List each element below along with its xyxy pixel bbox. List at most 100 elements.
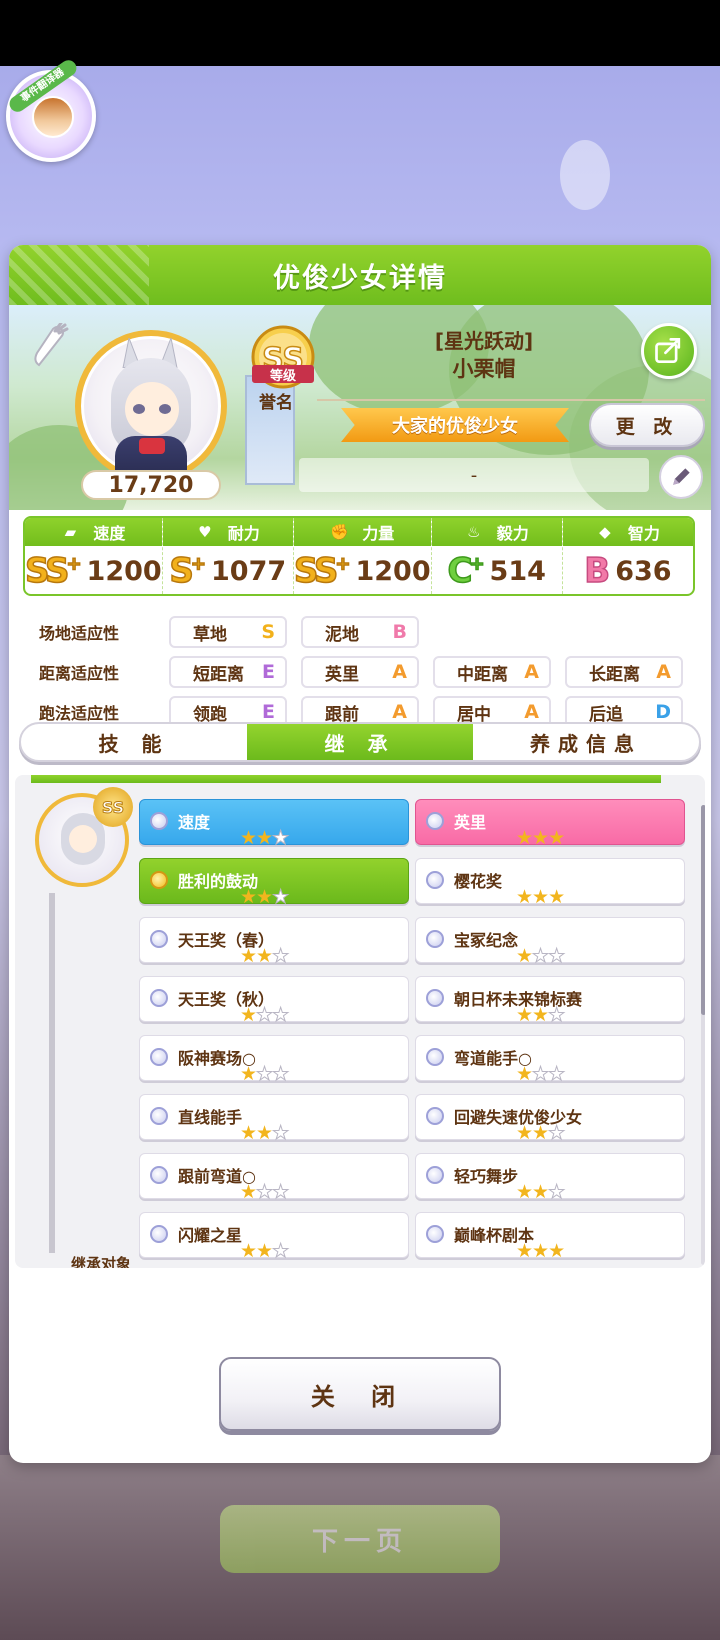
factor-orb-icon bbox=[150, 1048, 168, 1066]
event-translator-badge[interactable]: 事件翻译器 bbox=[6, 57, 96, 162]
factor-orb-icon bbox=[150, 1225, 168, 1243]
star-empty-icon: ★ bbox=[272, 827, 290, 849]
edit-button[interactable] bbox=[659, 455, 703, 499]
stat-speed: ▰ 速度 SS+ 1200 bbox=[25, 518, 163, 594]
factor-card[interactable]: 英里 ★★★ bbox=[415, 799, 685, 848]
aptitude-turf: 草地 S bbox=[169, 616, 287, 648]
factor-orb-icon bbox=[426, 930, 444, 948]
stat-value: 636 bbox=[615, 555, 672, 587]
stat-value: 514 bbox=[489, 555, 546, 587]
stat-value: 1077 bbox=[211, 555, 287, 587]
factor-card[interactable]: 阪神赛场○ ★★★ bbox=[139, 1035, 409, 1085]
star-filled-icon: ★ bbox=[532, 1240, 549, 1262]
factor-card[interactable]: 巅峰杯剧本 ★★★ bbox=[415, 1212, 685, 1261]
factor-orb-icon bbox=[150, 930, 168, 948]
mascot-icon bbox=[32, 96, 74, 138]
factor-card[interactable]: 跟前弯道○ ★★★ bbox=[139, 1153, 409, 1203]
factor-card[interactable]: 天王奖（秋） ★★★ bbox=[139, 976, 409, 1026]
stat-grade: S+ bbox=[169, 550, 207, 592]
factor-name: 闪耀之星 bbox=[178, 1226, 243, 1245]
factor-orb-icon bbox=[426, 812, 444, 830]
grade-plus-mark: + bbox=[190, 553, 207, 576]
factor-name: 速度 bbox=[178, 813, 211, 832]
carrot-icon[interactable] bbox=[31, 323, 69, 371]
factor-card[interactable]: 直线能手 ★★★ bbox=[139, 1094, 409, 1144]
pencil-icon bbox=[673, 468, 690, 485]
star-empty-icon: ★ bbox=[256, 1181, 274, 1203]
share-icon bbox=[655, 338, 681, 364]
star-filled-icon: ★ bbox=[532, 886, 549, 908]
stat-value: 1200 bbox=[86, 555, 162, 587]
stat-guts: ♨ 毅力 C+ 514 bbox=[431, 518, 563, 594]
scrollbar[interactable] bbox=[701, 805, 705, 1265]
grade-plus-mark: + bbox=[66, 553, 83, 576]
factor-card[interactable]: 闪耀之星 ★★★ bbox=[139, 1212, 409, 1262]
aptitude-long: 长距离 A bbox=[565, 656, 683, 688]
epithet-label: 誉名 bbox=[259, 393, 293, 413]
scrollbar-thumb[interactable] bbox=[701, 805, 705, 1015]
star-filled-icon: ★ bbox=[240, 945, 257, 967]
star-empty-icon: ★ bbox=[272, 886, 290, 908]
star-filled-icon: ★ bbox=[516, 1181, 533, 1203]
tab-skills[interactable]: 技 能 bbox=[21, 724, 247, 760]
stat-grade: SS+ bbox=[25, 550, 83, 592]
star-filled-icon: ★ bbox=[532, 1004, 549, 1026]
profile-section: 17,720 SS 等级 誉名 [星光跃动] 小栗帽 大家的优俊少女 更 改 - bbox=[9, 305, 711, 510]
factor-orb-icon bbox=[426, 1225, 444, 1243]
factor-card[interactable]: 回避失速优俊少女 ★★★ bbox=[415, 1094, 685, 1144]
star-filled-icon: ★ bbox=[532, 827, 549, 849]
factor-card[interactable]: 轻巧舞步 ★★★ bbox=[415, 1153, 685, 1203]
close-button[interactable]: 关 闭 bbox=[219, 1357, 501, 1431]
factor-stars: ★★★ bbox=[516, 886, 565, 908]
factor-card[interactable]: 樱花奖 ★★★ bbox=[415, 858, 685, 908]
arm-icon: ✊ bbox=[330, 523, 349, 541]
factor-card[interactable]: 胜利的鼓动 ★★★ bbox=[139, 858, 409, 908]
star-filled-icon: ★ bbox=[516, 827, 533, 849]
star-empty-icon: ★ bbox=[532, 945, 550, 967]
star-empty-icon: ★ bbox=[256, 1063, 274, 1085]
graduation-cap-icon: ◆ bbox=[599, 523, 611, 541]
factor-card[interactable]: 朝日杯未来锦标赛 ★★★ bbox=[415, 976, 685, 1026]
star-filled-icon: ★ bbox=[548, 1240, 565, 1262]
inheritance-panel[interactable]: SS 速度 ★★★ 胜利的鼓动 ★★★ 天王奖（春） ★★★ 天王奖（秋） ★★★ 阪神赛场○ ★… bbox=[15, 775, 705, 1268]
stat-grade: C+ bbox=[447, 550, 486, 592]
background-sparkle bbox=[560, 140, 610, 210]
star-empty-icon: ★ bbox=[548, 1122, 566, 1144]
factor-stars: ★★★ bbox=[240, 1122, 290, 1144]
factor-orb-icon bbox=[150, 812, 168, 830]
factor-orb-icon bbox=[426, 1048, 444, 1066]
factor-stars: ★★★ bbox=[516, 945, 566, 967]
grade-plus-mark: + bbox=[335, 553, 352, 576]
title-banner: 大家的优俊少女 bbox=[341, 408, 569, 442]
star-empty-icon: ★ bbox=[272, 1240, 290, 1262]
star-filled-icon: ★ bbox=[240, 886, 257, 908]
factor-card[interactable]: 宝冢纪念 ★★★ bbox=[415, 917, 685, 967]
star-filled-icon: ★ bbox=[516, 1122, 533, 1144]
character-name: 小栗帽 bbox=[452, 357, 516, 381]
star-empty-icon: ★ bbox=[548, 1063, 566, 1085]
factor-name: 轻巧舞步 bbox=[454, 1167, 519, 1186]
aptitude-medium: 中距离 A bbox=[433, 656, 551, 688]
factor-card[interactable]: 天王奖（春） ★★★ bbox=[139, 917, 409, 967]
factor-orb-icon bbox=[426, 1166, 444, 1184]
star-filled-icon: ★ bbox=[516, 1063, 533, 1085]
star-filled-icon: ★ bbox=[240, 1181, 257, 1203]
star-filled-icon: ★ bbox=[516, 1240, 533, 1262]
character-portrait bbox=[75, 330, 227, 482]
star-empty-icon: ★ bbox=[548, 1181, 566, 1203]
change-title-button[interactable]: 更 改 bbox=[589, 403, 705, 447]
evaluation-score: 17,720 bbox=[81, 470, 221, 500]
star-filled-icon: ★ bbox=[256, 1240, 273, 1262]
factor-stars: ★★★ bbox=[240, 827, 290, 849]
costume-name: [星光跃动] bbox=[434, 329, 534, 353]
factor-stars: ★★★ bbox=[516, 1004, 566, 1026]
tab-training-info[interactable]: 养成信息 bbox=[473, 724, 699, 760]
dialog-title: 优俊少女详情 bbox=[273, 262, 447, 294]
star-filled-icon: ★ bbox=[240, 1122, 257, 1144]
star-filled-icon: ★ bbox=[548, 827, 565, 849]
share-button[interactable] bbox=[641, 323, 697, 379]
factor-card[interactable]: 弯道能手○ ★★★ bbox=[415, 1035, 685, 1085]
heart-icon: ♥ bbox=[198, 523, 212, 541]
tab-inheritance[interactable]: 继 承 bbox=[247, 724, 473, 760]
factor-card[interactable]: 速度 ★★★ bbox=[139, 799, 409, 849]
